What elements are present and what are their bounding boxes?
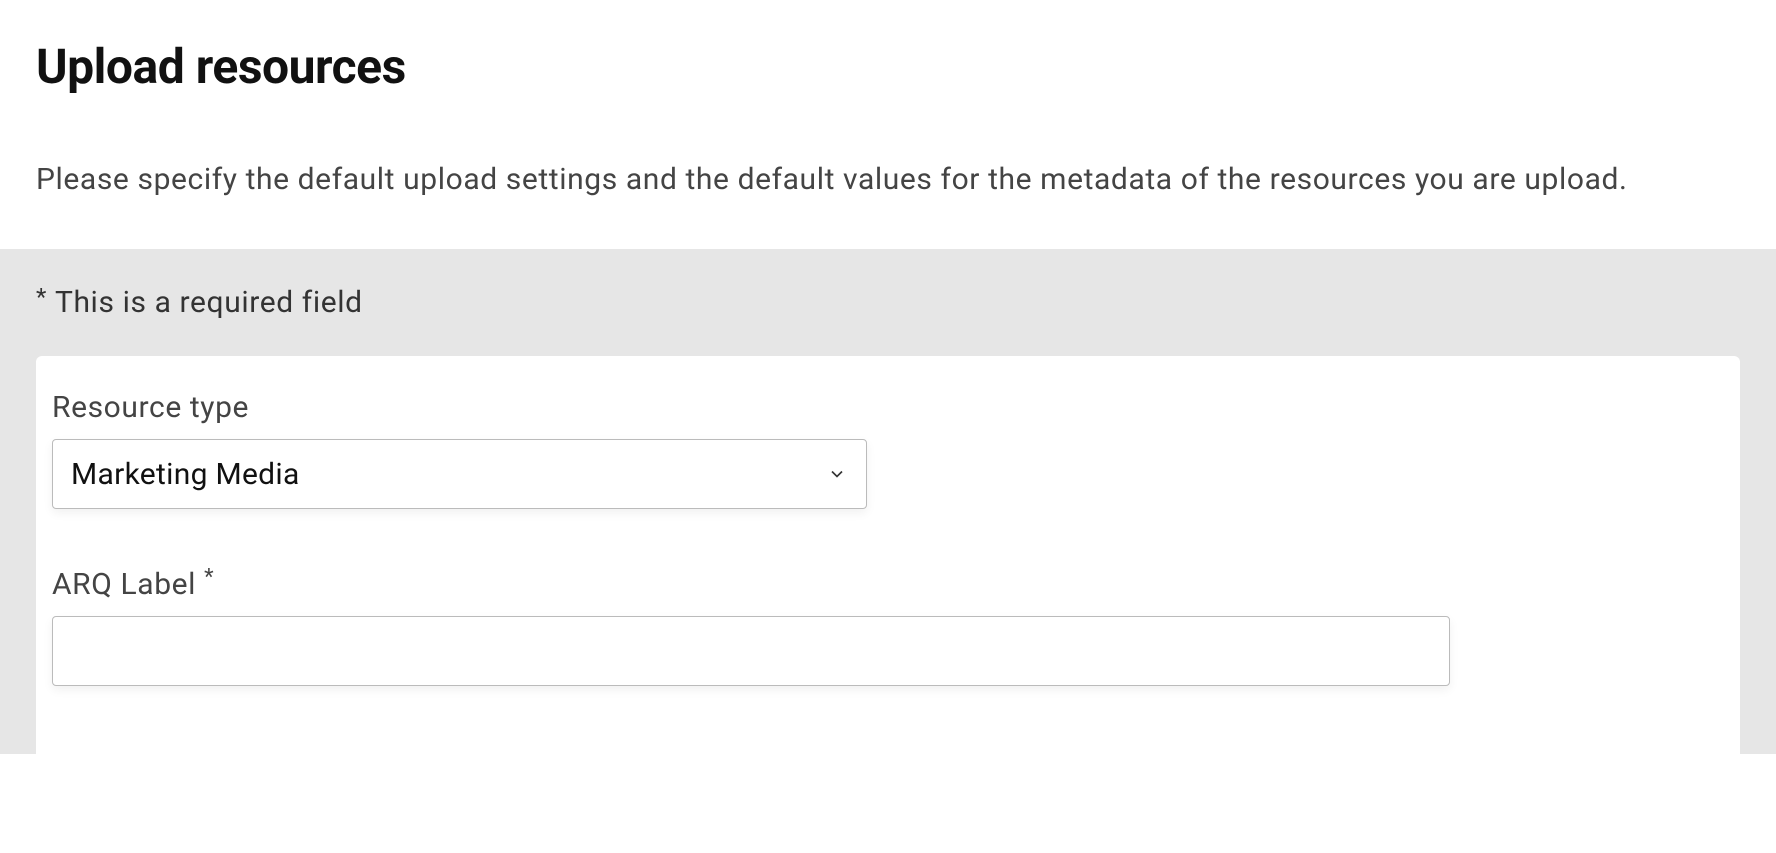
header-section: Upload resources Please specify the defa… <box>0 0 1776 249</box>
resource-type-select-wrapper: Marketing Media <box>52 439 867 509</box>
resource-type-group: Resource type Marketing Media <box>52 390 1724 509</box>
asterisk-icon: * <box>204 565 214 590</box>
required-note-text: This is a required field <box>55 285 363 320</box>
arq-label-input[interactable] <box>52 616 1450 686</box>
form-section: * This is a required field Resource type … <box>0 249 1776 754</box>
arq-label-label: ARQ Label * <box>52 567 1724 602</box>
form-card: Resource type Marketing Media ARQ Label * <box>36 356 1740 754</box>
arq-label-text: ARQ Label <box>52 567 196 602</box>
arq-label-group: ARQ Label * <box>52 567 1724 686</box>
resource-type-label: Resource type <box>52 390 1724 425</box>
resource-type-select[interactable]: Marketing Media <box>52 439 867 509</box>
page-title: Upload resources <box>36 38 1740 95</box>
asterisk-icon: * <box>36 283 47 311</box>
page-description: Please specify the default upload settin… <box>36 159 1740 201</box>
required-field-note: * This is a required field <box>36 285 1740 320</box>
